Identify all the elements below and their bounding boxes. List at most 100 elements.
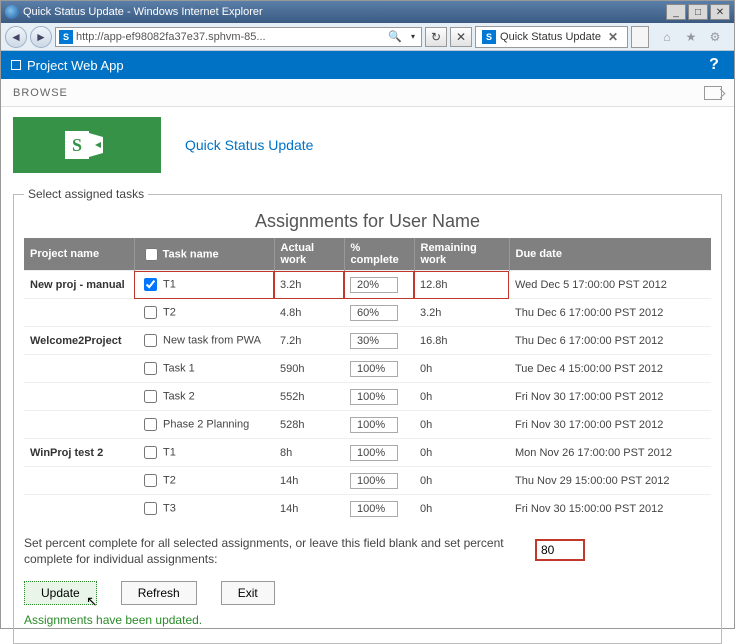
- sharepoint-logo: S: [13, 117, 161, 173]
- page-content: S Quick Status Update Select assigned ta…: [1, 107, 734, 644]
- tab-title: Quick Status Update: [500, 31, 601, 43]
- cell-project: WinProj test 2: [24, 439, 134, 467]
- home-icon[interactable]: ⌂: [658, 28, 676, 46]
- cell-remaining: 12.8h: [414, 271, 509, 299]
- col-task: Task name: [134, 238, 274, 271]
- task-name: Task 2: [163, 390, 195, 402]
- page-title[interactable]: Quick Status Update: [185, 137, 313, 153]
- cell-task: Task 2: [134, 383, 274, 411]
- cell-actual: 590h: [274, 355, 344, 383]
- col-remaining: Remaining work: [414, 238, 509, 271]
- task-checkbox[interactable]: [144, 278, 157, 291]
- task-checkbox[interactable]: [144, 418, 157, 431]
- table-row: Phase 2 Planning528h100%0hFri Nov 30 17:…: [24, 411, 711, 439]
- help-icon[interactable]: ?: [704, 55, 724, 75]
- task-name: T2: [163, 306, 176, 318]
- browser-tools: ⌂ ★ ⚙: [652, 28, 730, 46]
- cell-task: T2: [134, 299, 274, 327]
- app-header: S Quick Status Update: [13, 117, 722, 173]
- table-row: Task 1590h100%0hTue Dec 4 15:00:00 PST 2…: [24, 355, 711, 383]
- pct-input[interactable]: 100%: [350, 445, 398, 461]
- cell-actual: 4.8h: [274, 299, 344, 327]
- pct-input[interactable]: 100%: [350, 501, 398, 517]
- pct-input[interactable]: 100%: [350, 389, 398, 405]
- pct-input[interactable]: 60%: [350, 305, 398, 321]
- focus-on-content-icon[interactable]: [704, 86, 722, 100]
- browser-tab[interactable]: S Quick Status Update ✕: [475, 26, 628, 48]
- cell-task: T1: [134, 271, 274, 299]
- refresh-page-button[interactable]: Refresh: [121, 581, 197, 605]
- refresh-button[interactable]: ↻: [425, 27, 447, 47]
- cell-due: Thu Dec 6 17:00:00 PST 2012: [509, 327, 711, 355]
- address-bar-row: ◄ ► S http://app-ef98082fa37e37.sphvm-85…: [1, 23, 734, 51]
- ribbon-row: BROWSE: [1, 79, 734, 107]
- cell-due: Thu Nov 29 15:00:00 PST 2012: [509, 467, 711, 495]
- update-button[interactable]: Update ↖: [24, 581, 97, 605]
- ie-icon: [5, 5, 19, 19]
- ribbon-browse-tab[interactable]: BROWSE: [13, 87, 68, 99]
- cell-pct: 100%: [344, 383, 414, 411]
- minimize-button[interactable]: _: [666, 4, 686, 20]
- close-button[interactable]: ✕: [710, 4, 730, 20]
- task-checkbox[interactable]: [144, 474, 157, 487]
- cell-remaining: 0h: [414, 355, 509, 383]
- sharepoint-logo-icon: S: [65, 123, 109, 167]
- cell-actual: 14h: [274, 495, 344, 523]
- cell-task: T1: [134, 439, 274, 467]
- cell-project: [24, 355, 134, 383]
- window-titlebar: Quick Status Update - Windows Internet E…: [1, 1, 734, 23]
- cell-task: T3: [134, 495, 274, 523]
- task-checkbox[interactable]: [144, 362, 157, 375]
- cell-remaining: 0h: [414, 495, 509, 523]
- col-pct: % complete: [344, 238, 414, 271]
- task-name: T2: [163, 474, 176, 486]
- back-button[interactable]: ◄: [5, 26, 27, 48]
- address-bar[interactable]: S http://app-ef98082fa37e37.sphvm-85... …: [55, 27, 422, 47]
- cell-project: [24, 383, 134, 411]
- table-row: T214h100%0hThu Nov 29 15:00:00 PST 2012: [24, 467, 711, 495]
- cell-remaining: 0h: [414, 439, 509, 467]
- suite-title: Project Web App: [27, 58, 704, 73]
- task-name: T1: [163, 446, 176, 458]
- suite-bar: Project Web App ?: [1, 51, 734, 79]
- cell-actual: 528h: [274, 411, 344, 439]
- table-row: New proj - manualT13.2h20%12.8hWed Dec 5…: [24, 271, 711, 299]
- select-all-checkbox[interactable]: [145, 248, 158, 261]
- tools-gear-icon[interactable]: ⚙: [706, 28, 724, 46]
- new-tab-button[interactable]: [631, 26, 649, 48]
- cell-due: Fri Nov 30 17:00:00 PST 2012: [509, 383, 711, 411]
- task-checkbox[interactable]: [144, 306, 157, 319]
- cell-pct: 100%: [344, 467, 414, 495]
- cell-pct: 100%: [344, 439, 414, 467]
- pct-input[interactable]: 100%: [350, 361, 398, 377]
- cell-due: Wed Dec 5 17:00:00 PST 2012: [509, 271, 711, 299]
- task-name: Task 1: [163, 362, 195, 374]
- cursor-icon: ↖: [86, 593, 98, 610]
- url-dropdown-icon[interactable]: ▾: [408, 32, 418, 41]
- cell-task: Task 1: [134, 355, 274, 383]
- task-name: New task from PWA: [163, 334, 261, 346]
- forward-button[interactable]: ►: [30, 26, 52, 48]
- search-icon[interactable]: 🔍: [385, 30, 405, 43]
- exit-button[interactable]: Exit: [221, 581, 275, 605]
- svg-text:S: S: [72, 135, 82, 155]
- table-row: T24.8h60%3.2hThu Dec 6 17:00:00 PST 2012: [24, 299, 711, 327]
- maximize-button[interactable]: □: [688, 4, 708, 20]
- task-checkbox[interactable]: [144, 390, 157, 403]
- pct-input[interactable]: 100%: [350, 417, 398, 433]
- pct-input[interactable]: 30%: [350, 333, 398, 349]
- assignments-table: Project name Task name Actual work % com…: [24, 238, 711, 522]
- tab-close-icon[interactable]: ✕: [605, 30, 621, 44]
- table-row: Welcome2ProjectNew task from PWA7.2h30%1…: [24, 327, 711, 355]
- task-checkbox[interactable]: [144, 446, 157, 459]
- cell-project: New proj - manual: [24, 271, 134, 299]
- stop-button[interactable]: ✕: [450, 27, 472, 47]
- bulk-percent-input[interactable]: [536, 540, 584, 560]
- task-checkbox[interactable]: [144, 502, 157, 515]
- cell-actual: 552h: [274, 383, 344, 411]
- cell-project: [24, 467, 134, 495]
- task-checkbox[interactable]: [144, 334, 157, 347]
- pct-input[interactable]: 20%: [350, 277, 398, 293]
- pct-input[interactable]: 100%: [350, 473, 398, 489]
- favorites-icon[interactable]: ★: [682, 28, 700, 46]
